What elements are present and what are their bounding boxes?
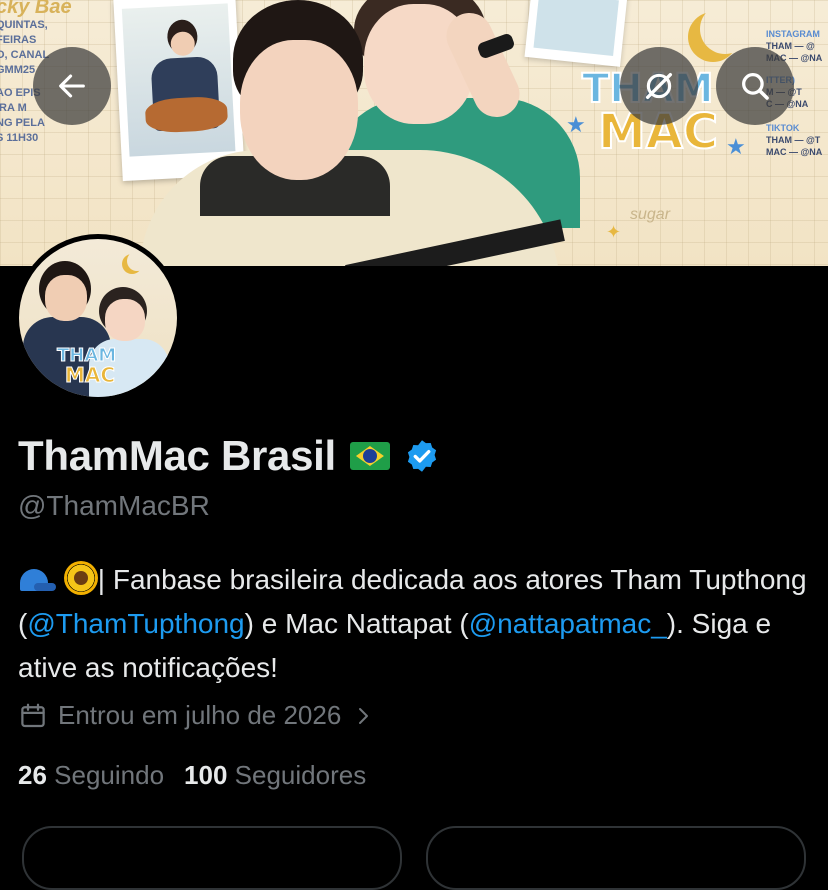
bio-text: ) e Mac Nattapat ( xyxy=(244,608,469,639)
sunflower-emoji-icon xyxy=(63,561,98,595)
profile-name-row: ThamMac Brasil xyxy=(18,432,440,480)
profile-banner[interactable]: cky Bae QUINTAS, FEIRAS O, CANAL GMM25 A… xyxy=(0,0,828,266)
avatar-logo-line2: MAC xyxy=(64,363,116,388)
banner-person-front xyxy=(140,0,580,266)
social-heading: INSTAGRAM xyxy=(766,29,820,39)
star-sticker: ★ xyxy=(566,112,586,137)
social-line: THAM — @ xyxy=(766,41,815,51)
action-button-left[interactable] xyxy=(22,826,402,890)
banner-text-line: S 11H30 xyxy=(0,132,39,144)
social-heading: TIKTOK xyxy=(766,123,800,133)
grok-icon xyxy=(645,72,673,100)
sugar-sticker: sugar xyxy=(630,206,671,223)
mention-link-tham[interactable]: @ThamTupthong xyxy=(27,608,244,639)
joined-date: Entrou em julho de 2026 xyxy=(58,700,342,730)
moon-sticker xyxy=(127,251,147,271)
follow-stats: 26 Seguindo 100 Seguidores xyxy=(18,760,366,791)
arrow-left-icon xyxy=(59,74,85,98)
back-button[interactable] xyxy=(33,47,111,125)
star-sticker: ✦ xyxy=(606,222,622,242)
followers-count: 100 xyxy=(184,760,228,790)
cap-emoji-icon xyxy=(18,567,56,591)
avatar-image: THAM MAC xyxy=(19,239,177,397)
followers-link[interactable]: 100 Seguidores xyxy=(184,760,366,791)
grok-button[interactable] xyxy=(620,47,698,125)
mention-link-mac[interactable]: @nattapatmac_ xyxy=(469,608,667,639)
following-label: Seguindo xyxy=(54,760,165,790)
search-icon xyxy=(742,73,769,100)
action-button-right[interactable] xyxy=(426,826,806,890)
verified-badge-icon[interactable] xyxy=(404,438,440,474)
joined-date-row[interactable]: Entrou em julho de 2026 xyxy=(18,700,375,731)
following-link[interactable]: 26 Seguindo xyxy=(18,760,164,791)
following-count: 26 xyxy=(18,760,47,790)
avatar[interactable]: THAM MAC xyxy=(14,234,182,402)
display-name: ThamMac Brasil xyxy=(18,432,336,479)
chevron-right-icon xyxy=(359,707,369,724)
social-line: MAC — @NA xyxy=(766,147,823,157)
social-line: THAM — @T xyxy=(766,135,821,145)
brazil-flag-icon xyxy=(349,442,390,470)
user-handle: @ThamMacBR xyxy=(18,490,210,521)
moon-sticker xyxy=(700,4,750,54)
star-sticker: ★ xyxy=(726,134,746,159)
profile-bio: | Fanbase brasileira dedicada aos atores… xyxy=(18,558,814,690)
banner-text-line: QUINTAS, FEIRAS xyxy=(0,19,48,46)
banner-text-line: cky Bae xyxy=(0,0,72,18)
calendar-icon xyxy=(21,703,45,727)
search-button[interactable] xyxy=(716,47,794,125)
followers-label: Seguidores xyxy=(234,760,367,790)
